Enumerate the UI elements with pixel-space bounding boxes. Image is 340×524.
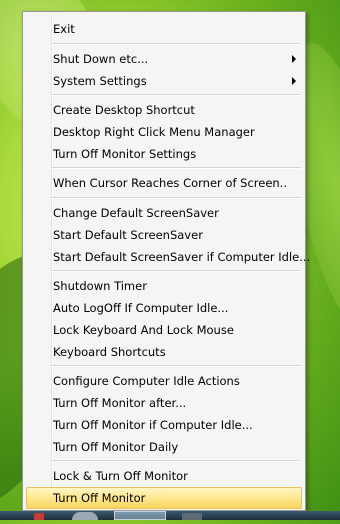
- menu-item-turn-off-monitor-daily[interactable]: Turn Off Monitor Daily: [26, 436, 302, 458]
- menu-separator: [51, 197, 301, 199]
- menu-item-label: Shut Down etc...: [53, 52, 149, 66]
- menu-item-exit[interactable]: Exit: [26, 18, 302, 40]
- menu-item-shutdown-timer[interactable]: Shutdown Timer: [26, 275, 302, 297]
- menu-item-cursor-corner[interactable]: When Cursor Reaches Corner of Screen..: [26, 172, 302, 194]
- menu-separator: [51, 43, 301, 45]
- menu-item-turn-off-monitor-after[interactable]: Turn Off Monitor after...: [26, 392, 302, 414]
- menu-item-system-settings[interactable]: System Settings: [26, 70, 302, 92]
- menu-item-auto-logoff[interactable]: Auto LogOff If Computer Idle...: [26, 297, 302, 319]
- taskbar-active-app[interactable]: [114, 511, 166, 520]
- menu-item-turn-off-monitor[interactable]: Turn Off Monitor: [26, 487, 302, 509]
- context-menu: Exit Shut Down etc... System Settings Cr…: [22, 11, 310, 511]
- menu-item-lock-keyboard-mouse[interactable]: Lock Keyboard And Lock Mouse: [26, 319, 302, 341]
- menu-separator: [51, 270, 301, 272]
- menu-item-change-default-screensaver[interactable]: Change Default ScreenSaver: [26, 202, 302, 224]
- menu-item-label: System Settings: [53, 74, 147, 88]
- menu-item-configure-idle-actions[interactable]: Configure Computer Idle Actions: [26, 370, 302, 392]
- menu-separator: [51, 460, 301, 462]
- menu-separator: [51, 94, 301, 96]
- menu-item-start-screensaver-if-idle[interactable]: Start Default ScreenSaver if Computer Id…: [26, 246, 310, 268]
- taskbar-app-icon[interactable]: [182, 513, 202, 520]
- menu-item-lock-turn-off-monitor[interactable]: Lock & Turn Off Monitor: [26, 465, 302, 487]
- menu-item-turn-off-monitor-settings[interactable]: Turn Off Monitor Settings: [26, 143, 302, 165]
- submenu-arrow-icon: [292, 55, 296, 63]
- menu-item-start-default-screensaver[interactable]: Start Default ScreenSaver: [26, 224, 302, 246]
- menu-item-create-desktop-shortcut[interactable]: Create Desktop Shortcut: [26, 99, 302, 121]
- menu-separator: [51, 365, 301, 367]
- menu-item-desktop-right-click-menu-manager[interactable]: Desktop Right Click Menu Manager: [26, 121, 302, 143]
- menu-item-turn-off-monitor-if-idle[interactable]: Turn Off Monitor if Computer Idle...: [26, 414, 302, 436]
- menu-item-shut-down-etc[interactable]: Shut Down etc...: [26, 48, 302, 70]
- taskbar: [0, 511, 340, 520]
- taskbar-app-icon[interactable]: [72, 512, 98, 520]
- submenu-arrow-icon: [292, 77, 296, 85]
- menu-separator: [51, 167, 301, 169]
- menu-item-keyboard-shortcuts[interactable]: Keyboard Shortcuts: [26, 341, 302, 363]
- taskbar-app-icon[interactable]: [34, 513, 44, 520]
